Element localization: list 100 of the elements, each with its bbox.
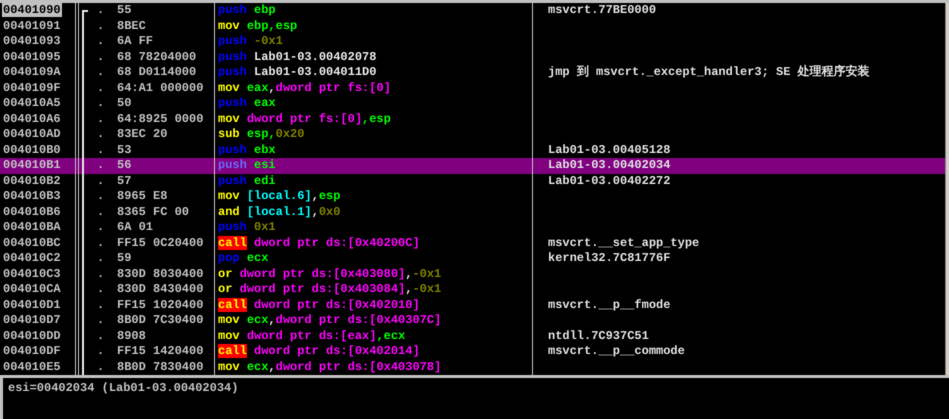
- instruction: push edi: [218, 174, 276, 188]
- flow-mark: .: [97, 251, 106, 266]
- flow-mark: .: [97, 313, 106, 328]
- flow-mark: .: [97, 127, 106, 142]
- address-cell: 004010C2: [2, 251, 62, 265]
- address-cell: 004010D7: [2, 313, 62, 327]
- comment-text: Lab01-03.00402272: [548, 174, 670, 188]
- instruction: push Lab01-03.00402078: [218, 50, 376, 64]
- comment-text: Lab01-03.00402034: [548, 158, 670, 172]
- address-cell: 004010A5: [2, 96, 62, 110]
- instruction: call dword ptr ds:[0x402010]: [218, 298, 420, 312]
- instruction: or dword ptr ds:[0x403084],-0x1: [218, 282, 442, 296]
- instruction: push ebp: [218, 3, 276, 17]
- instruction: mov ecx,dword ptr ds:[0x403078]: [218, 360, 442, 374]
- address-cell: 004010BA: [2, 220, 62, 234]
- address-cell: 00401091: [2, 18, 62, 32]
- info-text: esi=00402034 (Lab01-03.00402034): [8, 381, 238, 395]
- hex-cell: 50: [117, 96, 132, 112]
- hex-cell: 55: [117, 3, 132, 18]
- address-cell: 004010B2: [2, 174, 62, 188]
- flow-mark: .: [97, 344, 106, 360]
- address-cell: 00401090: [2, 3, 62, 17]
- instruction: mov dword ptr fs:[0],esp: [218, 112, 391, 126]
- instruction: push eax: [218, 96, 276, 110]
- instruction: push esi: [218, 158, 276, 172]
- address-cell: 00401093: [2, 34, 62, 48]
- flow-mark: .: [97, 328, 106, 344]
- comment-text: ntdll.7C937C51: [548, 328, 649, 342]
- hex-cell: 56: [117, 158, 132, 174]
- instruction: and [local.1],0x0: [218, 204, 340, 218]
- hex-cell: 8B0D 7C30400: [117, 313, 204, 328]
- instruction: push 0x1: [218, 220, 276, 234]
- flow-mark: .: [97, 96, 106, 112]
- disassembly-row[interactable]: 004010B2 . 57 push edi Lab01-03.00402272: [0, 174, 945, 189]
- hex-cell: 8365 FC 00: [117, 204, 190, 220]
- flow-mark: .: [97, 298, 106, 313]
- address-cell: 004010E5: [2, 360, 62, 374]
- instruction: sub esp,0x20: [218, 127, 304, 141]
- instruction: pop ecx: [218, 251, 268, 265]
- instruction: call dword ptr ds:[0x402014]: [218, 344, 420, 358]
- hex-cell: 830D 8430400: [117, 282, 204, 298]
- instruction: or dword ptr ds:[0x403080],-0x1: [218, 266, 442, 280]
- comment-text: jmp 到 msvcrt._except_handler3; SE 处理程序安装: [548, 65, 870, 79]
- comment-text: kernel32.7C81776F: [548, 251, 670, 265]
- flow-mark: .: [97, 360, 106, 375]
- address-cell: 004010DD: [2, 328, 62, 342]
- address-cell: 0040109A: [2, 65, 62, 79]
- address-cell: 004010C3: [2, 266, 62, 280]
- address-cell: 004010B6: [2, 204, 62, 218]
- comment-text: msvcrt.__p__fmode: [548, 298, 670, 312]
- disassembly-row[interactable]: 004010B1 . 56 push esi Lab01-03.00402034: [0, 158, 945, 174]
- comment-text: msvcrt.77BE0000: [548, 3, 656, 17]
- instruction: push ebx: [218, 142, 276, 156]
- instruction: mov dword ptr ds:[eax],ecx: [218, 328, 406, 342]
- hex-cell: FF15 0C20400: [117, 236, 204, 251]
- hex-cell: 8BEC: [117, 18, 146, 34]
- hex-cell: 53: [117, 142, 132, 158]
- address-cell: 004010A6: [2, 112, 62, 126]
- flow-mark: .: [97, 158, 106, 174]
- hex-cell: 8965 E8: [117, 189, 168, 204]
- scrollbar[interactable]: [945, 3, 949, 375]
- instruction: push Lab01-03.004011D0: [218, 65, 376, 79]
- flow-mark: .: [97, 80, 106, 96]
- comment-text: msvcrt.__p__commode: [548, 344, 685, 358]
- address-cell: 004010CA: [2, 282, 62, 296]
- hex-cell: 57: [117, 174, 132, 189]
- address-cell: 004010BC: [2, 236, 62, 250]
- hex-cell: FF15 1020400: [117, 298, 204, 313]
- address-cell: 00401095: [2, 50, 62, 64]
- flow-mark: .: [97, 189, 106, 204]
- comment-text: Lab01-03.00405128: [548, 142, 670, 156]
- address-cell: 004010D1: [2, 298, 62, 312]
- hex-cell: 6A 01: [117, 220, 154, 236]
- address-cell: 004010B1: [2, 158, 62, 172]
- hex-cell: 6A FF: [117, 34, 154, 50]
- flow-mark: .: [97, 50, 106, 65]
- address-cell: 004010B0: [2, 142, 62, 156]
- flow-mark: .: [97, 142, 106, 158]
- hex-cell: 8908: [117, 328, 146, 344]
- instruction: mov ecx,dword ptr ds:[0x40307C]: [218, 313, 442, 327]
- flow-mark: .: [97, 236, 106, 251]
- address-cell: 004010DF: [2, 344, 62, 358]
- flow-mark: .: [97, 18, 106, 34]
- comment-text: msvcrt.__set_app_type: [548, 236, 700, 250]
- flow-mark: .: [97, 220, 106, 236]
- instruction: mov [local.6],esp: [218, 189, 340, 203]
- hex-cell: 59: [117, 251, 132, 266]
- flow-mark: .: [97, 3, 106, 18]
- flow-mark: .: [97, 112, 106, 127]
- hex-cell: 68 78204000: [117, 50, 196, 65]
- address-cell: 004010B3: [2, 189, 62, 203]
- address-cell: 0040109F: [2, 80, 62, 94]
- flow-mark: .: [97, 65, 106, 80]
- flow-mark: .: [97, 34, 106, 50]
- address-cell: 004010AD: [2, 127, 62, 141]
- flow-mark: .: [97, 174, 106, 189]
- hex-cell: 64:A1 000000: [117, 80, 204, 96]
- instruction: mov ebp,esp: [218, 18, 298, 32]
- instruction: call dword ptr ds:[0x40200C]: [218, 236, 420, 250]
- instruction: push -0x1: [218, 34, 283, 48]
